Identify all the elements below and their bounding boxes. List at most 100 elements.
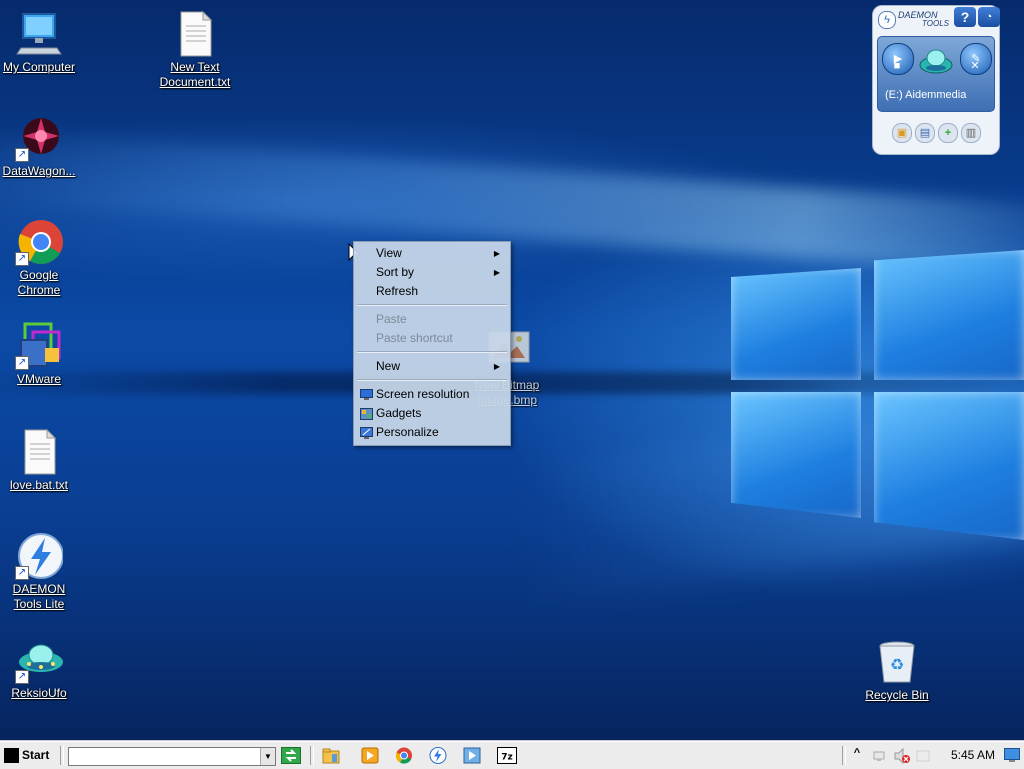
desktop-icon-label: VMware: [16, 372, 61, 386]
shortcut-arrow-icon: ↗: [15, 356, 29, 370]
clock[interactable]: 5:45 AM: [951, 748, 995, 762]
rss-button[interactable]: ◔: [978, 7, 1000, 27]
svg-text:7z: 7z: [501, 753, 513, 763]
virtual-drive-panel: ▶ ■ ✎ ✕ (E:) Aidemmedia: [877, 36, 995, 112]
tray-icon[interactable]: [916, 749, 930, 763]
desktop-icon-datawagon[interactable]: ↗ DataWagon...: [0, 114, 78, 179]
remove-drive-button[interactable]: ▥: [961, 123, 981, 143]
quicklaunch-explorer[interactable]: [322, 747, 340, 764]
add-drive-button[interactable]: +: [938, 123, 958, 143]
menu-separator: [357, 379, 507, 381]
menu-item-new[interactable]: New ▶: [356, 357, 508, 376]
plus-icon: +: [944, 127, 952, 139]
chevron-up-icon: ^: [853, 747, 861, 759]
menu-item-label: Sort by: [376, 265, 415, 279]
tray-network-icon[interactable]: [873, 749, 887, 763]
desktop-icon-vmware[interactable]: ↗ VMware: [0, 322, 78, 387]
desktop-icon-label: ReksioUfo: [11, 686, 67, 700]
start-icon: [4, 748, 19, 763]
reksio-ufo-drive-icon[interactable]: [918, 43, 954, 79]
desktop-icon-label: New Text: [170, 60, 220, 74]
help-button[interactable]: ?: [954, 7, 976, 27]
shortcut-arrow-icon: ↗: [15, 566, 29, 580]
quicklaunch-daemon-tools[interactable]: [429, 747, 447, 764]
media-player-icon: [361, 747, 379, 767]
personalize-icon: [360, 426, 373, 439]
gadgets-icon: [360, 407, 373, 420]
stop-icon: ■: [893, 60, 901, 72]
lightning-icon: ϟ: [878, 11, 896, 29]
quicklaunch-video-player[interactable]: [463, 747, 481, 764]
catalog-icon: ▤: [919, 127, 931, 139]
desktop-icon-daemon-tools-lite[interactable]: ↗ DAEMON Tools Lite: [0, 532, 78, 612]
datawagon-icon: ↗: [15, 114, 63, 162]
menu-item-personalize[interactable]: Personalize: [356, 423, 508, 442]
desktop-icon-love-bat[interactable]: love.bat.txt: [0, 428, 78, 493]
video-player-icon: [463, 747, 481, 767]
desktop-icon-reksioufo[interactable]: ↗ ReksioUfo: [0, 636, 78, 701]
address-combobox[interactable]: ▼: [68, 747, 276, 766]
menu-item-view[interactable]: View ▶: [356, 244, 508, 263]
desktop-icon-label: Recycle Bin: [865, 688, 929, 702]
image-catalog-button[interactable]: ▤: [915, 123, 935, 143]
desktop-icon-recycle-bin[interactable]: ♻ Recycle Bin: [858, 638, 936, 703]
taskbar-separator: [842, 746, 846, 765]
menu-item-label: New: [376, 359, 401, 373]
menu-item-sort-by[interactable]: Sort by ▶: [356, 263, 508, 282]
quicklaunch-7zip[interactable]: 7z: [497, 747, 517, 764]
desktop-icon-label: Chrome: [17, 283, 61, 297]
menu-item-label: Paste shortcut: [376, 331, 453, 345]
drive-label: (E:) Aidemmedia: [885, 89, 967, 101]
shortcut-arrow-icon: ↗: [15, 670, 29, 684]
desktop-icon-label: My Computer: [2, 60, 76, 74]
taskbar: Start ▼ 7z ^ 5:45 AM: [0, 741, 1024, 769]
text-file-icon: [15, 428, 63, 476]
menu-item-label: Screen resolution: [376, 387, 470, 401]
daemon-logo: ϟ DAEMON TOOLS: [878, 9, 950, 31]
desktop-icon-google-chrome[interactable]: ↗ Google Chrome: [0, 218, 78, 298]
menu-item-paste-shortcut[interactable]: Paste shortcut: [356, 329, 508, 348]
menu-item-label: Paste: [376, 312, 407, 326]
go-button[interactable]: [281, 747, 301, 764]
quicklaunch-chrome[interactable]: [395, 747, 413, 764]
daemon-tools-icon: [429, 747, 447, 767]
mount-image-button[interactable]: ▣: [892, 123, 912, 143]
rss-icon: ◔: [985, 11, 993, 23]
daemon-tools-icon: ↗: [15, 532, 64, 580]
taskbar-separator: [310, 746, 314, 765]
recycle-bin-icon: ♻: [873, 638, 921, 686]
chrome-icon: [395, 747, 413, 767]
tray-expand-button[interactable]: ^: [851, 747, 863, 764]
menu-item-refresh[interactable]: Refresh: [356, 282, 508, 301]
desktop-icon-label: DAEMON: [12, 582, 66, 596]
submenu-arrow-icon: ▶: [493, 362, 500, 371]
menu-separator: [357, 304, 507, 306]
tray-volume-muted-icon[interactable]: [893, 747, 911, 765]
menu-item-paste[interactable]: Paste: [356, 310, 508, 329]
submenu-arrow-icon: ▶: [493, 249, 500, 258]
desktop-icon-new-text-document[interactable]: New Text Document.txt: [156, 10, 234, 90]
desktop-icon-label: Document.txt: [159, 75, 231, 89]
menu-item-label: View: [376, 246, 402, 260]
menu-item-gadgets[interactable]: Gadgets: [356, 404, 508, 423]
light-beam: [0, 127, 1024, 279]
menu-item-label: Personalize: [376, 425, 439, 439]
desktop-context-menu: View ▶ Sort by ▶ Refresh Paste Paste sho…: [353, 241, 511, 446]
submenu-arrow-icon: ▶: [493, 268, 500, 277]
chevron-down-icon[interactable]: ▼: [260, 748, 275, 765]
start-button[interactable]: Start: [2, 746, 52, 765]
show-desktop-button[interactable]: [1004, 748, 1020, 763]
computer-icon: [15, 10, 63, 58]
daemon-tools-gadget: ϟ DAEMON TOOLS ? ◔ ▶ ■ ✎ ✕ (E:) Aidemmed…: [872, 5, 1000, 155]
desktop[interactable]: My Computer New Text Document.txt ↗ Data…: [0, 0, 1024, 741]
menu-item-screen-resolution[interactable]: Screen resolution: [356, 385, 508, 404]
menu-item-label: Refresh: [376, 284, 419, 298]
chrome-icon: ↗: [15, 218, 63, 266]
menu-item-label: Gadgets: [376, 406, 422, 420]
desktop-icon-label: DataWagon...: [2, 164, 76, 178]
help-icon: ?: [960, 9, 970, 25]
desktop-icon-label: Google: [19, 268, 59, 282]
quicklaunch-media-player[interactable]: [361, 747, 379, 764]
vmware-icon: ↗: [15, 322, 63, 370]
desktop-icon-my-computer[interactable]: My Computer: [0, 10, 78, 75]
